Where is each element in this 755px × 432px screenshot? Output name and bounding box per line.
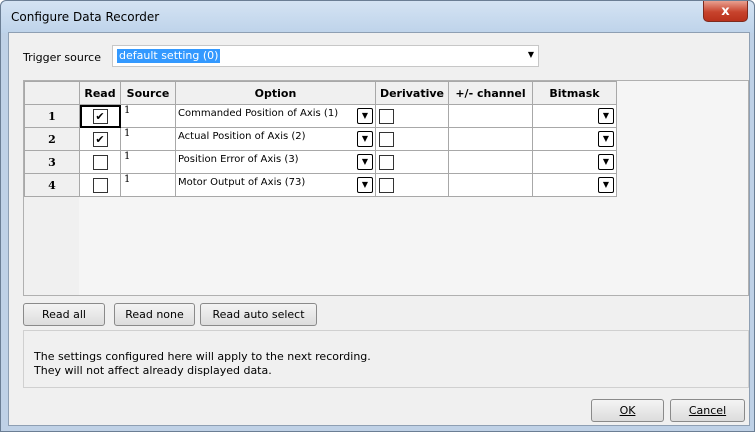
option-dropdown-button[interactable]: ▼: [357, 108, 373, 124]
row-number[interactable]: 4: [24, 173, 80, 197]
read-cell[interactable]: [79, 173, 121, 197]
bitmask-dropdown-button[interactable]: ▼: [598, 154, 614, 170]
derivative-cell[interactable]: [375, 173, 449, 197]
info-text-line-2: They will not affect already displayed d…: [34, 364, 272, 377]
bitmask-dropdown-button[interactable]: ▼: [598, 177, 614, 193]
info-text-line-1: The settings configured here will apply …: [34, 350, 371, 363]
derivative-cell[interactable]: [375, 127, 449, 151]
plus-minus-channel-cell[interactable]: [448, 150, 533, 174]
option-value: Position Error of Axis (3): [178, 154, 299, 165]
configure-data-recorder-window: Configure Data Recorder x Trigger source…: [0, 0, 755, 432]
cancel-button[interactable]: Cancel: [670, 399, 745, 422]
table-row: 1 ✔ 1 Commanded Position of Axis (1) ▼ ▼: [24, 104, 617, 128]
read-checkbox[interactable]: [92, 154, 108, 170]
derivative-checkbox[interactable]: [379, 108, 394, 124]
trigger-source-select[interactable]: default setting (0) ▼: [112, 45, 539, 67]
bitmask-cell[interactable]: ▼: [532, 127, 617, 151]
header-source[interactable]: Source: [120, 81, 176, 105]
info-panel: The settings configured here will apply …: [23, 330, 749, 388]
source-cell[interactable]: 1: [120, 173, 176, 197]
read-checkbox[interactable]: [92, 177, 108, 193]
table-row: 2 ✔ 1 Actual Position of Axis (2) ▼ ▼: [24, 127, 617, 151]
option-dropdown-button[interactable]: ▼: [357, 131, 373, 147]
table-row: 3 1 Position Error of Axis (3) ▼ ▼: [24, 150, 617, 174]
source-cell[interactable]: 1: [120, 127, 176, 151]
option-cell[interactable]: Commanded Position of Axis (1) ▼: [175, 104, 376, 128]
read-cell[interactable]: ✔: [79, 127, 121, 151]
bitmask-cell[interactable]: ▼: [532, 104, 617, 128]
bitmask-dropdown-button[interactable]: ▼: [598, 131, 614, 147]
plus-minus-channel-cell[interactable]: [448, 104, 533, 128]
row-number[interactable]: 2: [24, 127, 80, 151]
recorder-table: Read Source Option Derivative +/- channe…: [24, 81, 617, 197]
plus-minus-channel-cell[interactable]: [448, 173, 533, 197]
check-icon: ✔: [95, 109, 105, 123]
header-rownum: [24, 81, 80, 105]
cancel-button-label: Cancel: [688, 404, 727, 417]
read-all-button[interactable]: Read all: [23, 303, 105, 326]
bitmask-cell[interactable]: ▼: [532, 173, 617, 197]
recorder-grid: Read Source Option Derivative +/- channe…: [23, 80, 749, 296]
option-cell[interactable]: Motor Output of Axis (73) ▼: [175, 173, 376, 197]
option-cell[interactable]: Actual Position of Axis (2) ▼: [175, 127, 376, 151]
option-dropdown-button[interactable]: ▼: [357, 154, 373, 170]
chevron-down-icon[interactable]: ▼: [528, 50, 534, 59]
option-dropdown-button[interactable]: ▼: [357, 177, 373, 193]
table-row: 4 1 Motor Output of Axis (73) ▼ ▼: [24, 173, 617, 197]
bitmask-cell[interactable]: ▼: [532, 150, 617, 174]
read-none-button[interactable]: Read none: [114, 303, 195, 326]
trigger-source-label: Trigger source: [23, 51, 101, 64]
read-auto-select-button[interactable]: Read auto select: [200, 303, 317, 326]
derivative-checkbox[interactable]: [379, 154, 394, 170]
ok-button-label: OK: [619, 404, 636, 417]
close-button[interactable]: x: [703, 1, 748, 22]
source-cell[interactable]: 1: [120, 150, 176, 174]
header-plus-minus-channel[interactable]: +/- channel: [448, 81, 533, 105]
read-cell[interactable]: ✔: [79, 104, 121, 128]
read-checkbox[interactable]: ✔: [92, 108, 108, 124]
header-bitmask[interactable]: Bitmask: [532, 81, 617, 105]
ok-button[interactable]: OK: [591, 399, 664, 422]
derivative-checkbox[interactable]: [379, 177, 394, 193]
dialog-client-area: Trigger source default setting (0) ▼ Rea…: [8, 32, 750, 426]
plus-minus-channel-cell[interactable]: [448, 127, 533, 151]
source-cell[interactable]: 1: [120, 104, 176, 128]
option-value: Actual Position of Axis (2): [178, 131, 306, 142]
table-header-row: Read Source Option Derivative +/- channe…: [24, 81, 617, 105]
header-derivative[interactable]: Derivative: [375, 81, 449, 105]
check-icon: ✔: [95, 132, 105, 146]
row-number[interactable]: 3: [24, 150, 80, 174]
option-cell[interactable]: Position Error of Axis (3) ▼: [175, 150, 376, 174]
read-cell[interactable]: [79, 150, 121, 174]
derivative-cell[interactable]: [375, 104, 449, 128]
header-read[interactable]: Read: [79, 81, 121, 105]
option-value: Motor Output of Axis (73): [178, 177, 306, 188]
row-number[interactable]: 1: [24, 104, 80, 128]
derivative-checkbox[interactable]: [379, 131, 394, 147]
title-bar[interactable]: Configure Data Recorder x: [1, 1, 754, 33]
close-icon: x: [721, 3, 730, 19]
window-title: Configure Data Recorder: [11, 10, 160, 24]
header-option[interactable]: Option: [175, 81, 376, 105]
trigger-source-value: default setting (0): [117, 49, 221, 63]
bitmask-dropdown-button[interactable]: ▼: [598, 108, 614, 124]
option-value: Commanded Position of Axis (1): [178, 108, 339, 119]
read-checkbox[interactable]: ✔: [92, 131, 108, 147]
derivative-cell[interactable]: [375, 150, 449, 174]
